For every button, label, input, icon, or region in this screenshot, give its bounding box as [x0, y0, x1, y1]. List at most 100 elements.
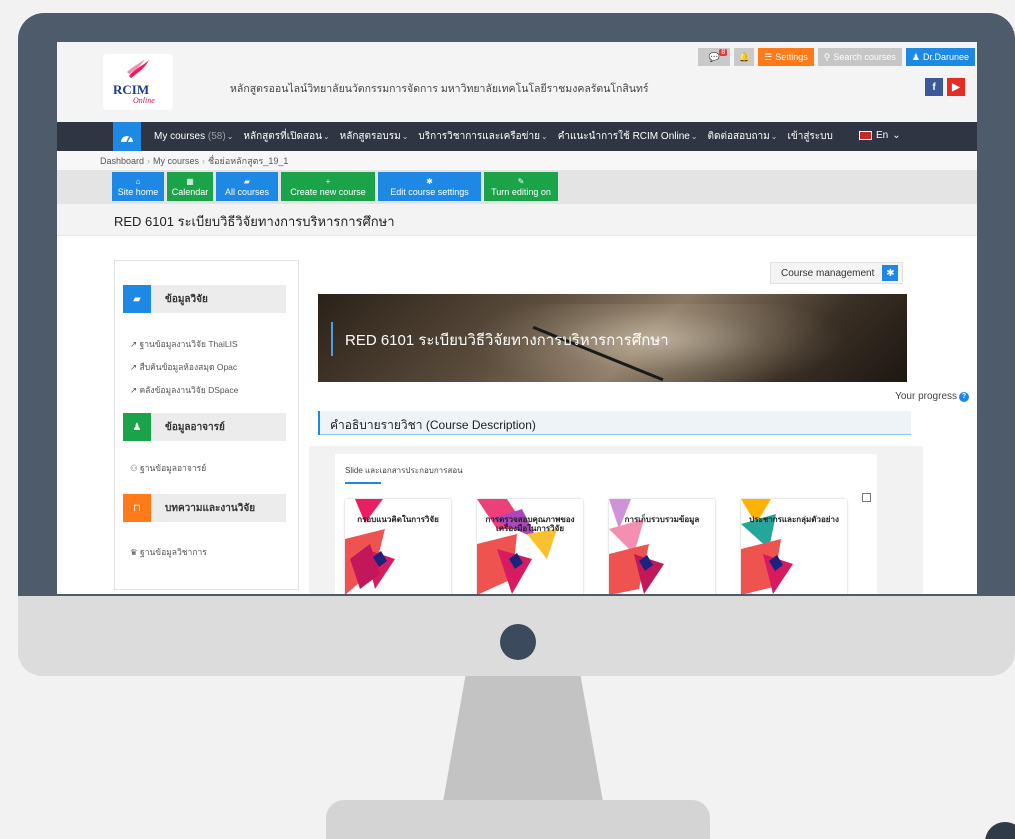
sidebar-link-label: ฐานข้อมูลวิชาการ [140, 547, 207, 557]
site-home-button[interactable]: ⌂ Site home [112, 172, 164, 201]
sidebar-link-label: คลังข้อมูลงานวิจัย DSpace [139, 385, 239, 395]
thumbnail-title: การเก็บรวบรวมข้อมูล [624, 515, 700, 524]
settings-label: Settings [775, 52, 808, 62]
thumbnail-card[interactable]: ประชากรและกลุ่มตัวอย่าง [741, 499, 847, 594]
sidebar-link-dspace[interactable]: ↗ คลังข้อมูลงานวิจัย DSpace [130, 383, 238, 397]
nav-item-label: เข้าสู่ระบบ [787, 131, 833, 142]
chevron-down-icon: ⌄ [540, 132, 548, 141]
breadcrumb-dashboard[interactable]: Dashboard [100, 156, 144, 166]
course-banner: RED 6101 ระเบียบวิธีวิจัยทางการบริหารการ… [318, 294, 907, 382]
turn-editing-button[interactable]: ✎ Turn editing on [484, 172, 558, 201]
language-selector[interactable]: En ⌄ [859, 130, 901, 141]
thumbnail-card[interactable]: การตรวจสอบคุณภาพของเครื่องมือในการวิจัย [477, 499, 583, 594]
site-header: RCIM Online หลักสูตรออนไลน์วิทยาลัยนวัตก… [57, 42, 977, 122]
message-count-badge: 8 [719, 49, 728, 56]
thumbnail-card[interactable]: กรอบแนวคิดในการวิจัย [345, 499, 451, 594]
messages-button[interactable]: 💬 8 [698, 48, 731, 66]
chevron-down-icon: ⌄ [226, 132, 234, 141]
create-course-label: Create new course [290, 186, 366, 197]
language-label: En [876, 130, 889, 141]
block-title: บทความและงานวิจัย [165, 502, 256, 514]
course-title-bar: RED 6101 ระเบียบวิธีวิจัยทางการบริหารการ… [57, 204, 977, 236]
corner-badge [985, 822, 1015, 839]
progress-label: Your progress [895, 391, 957, 402]
nav-item-training[interactable]: หลักสูตรอบรม⌄ [340, 129, 409, 144]
breadcrumb-my-courses[interactable]: My courses [153, 156, 199, 166]
external-link-icon: ↗ [130, 362, 138, 372]
your-progress[interactable]: Your progress ? [895, 391, 969, 402]
gear-icon: ✱ [426, 176, 433, 186]
user-menu-button[interactable]: ♟ Dr.Darunee [905, 48, 975, 66]
block-teacher-header: ♟ ข้อมูลอาจารย์ [123, 413, 286, 441]
nav-items: My courses (58)⌄ หลักสูตรที่เปิดสอน⌄ หลั… [154, 122, 833, 151]
youtube-icon[interactable]: ▶ [947, 78, 965, 96]
help-icon[interactable]: ? [959, 391, 969, 402]
person-icon: ⚇ [130, 463, 138, 473]
nav-item-label: ติดต่อสอบถาม [707, 131, 770, 142]
abstract-thumbnail-image [741, 499, 793, 594]
calendar-label: Calendar [171, 186, 209, 197]
top-action-bar: 💬 8 🔔 ☰ Settings ⚲ Search courses ♟ Dr.D… [698, 48, 975, 66]
user-icon: ♟ [123, 413, 151, 441]
external-link-icon: ↗ [130, 385, 138, 395]
browser-screen: RCIM Online หลักสูตรออนไลน์วิทยาลัยนวัตก… [57, 42, 977, 594]
section-header[interactable]: คำอธิบายรายวิชา (Course Description) [318, 411, 911, 435]
facebook-icon[interactable]: f [925, 78, 943, 96]
slide-panel: Slide และเอกสารประกอบการสอน กรอบแนวคิดใน… [309, 446, 923, 594]
sidebar-link-academic[interactable]: ♛ ฐานข้อมูลวิชาการ [130, 545, 207, 559]
nav-item-contact[interactable]: ติดต่อสอบถาม⌄ [708, 129, 778, 144]
logo-swoosh-icon [127, 59, 149, 78]
calendar-button[interactable]: ▦ Calendar [167, 172, 213, 201]
nav-item-my-courses[interactable]: My courses (58)⌄ [154, 131, 233, 142]
sidebar-link-thailis[interactable]: ↗ ฐานข้อมูลงานวิจัย ThaiLIS [130, 337, 238, 351]
course-management-label: Course management [781, 267, 875, 279]
thumbnail-title: ประชากรและกลุ่มตัวอย่าง [749, 515, 839, 524]
nav-item-count: (58) [207, 131, 226, 142]
section-title: คำอธิบายรายวิชา (Course Description) [330, 418, 536, 432]
course-toolbar: ⌂ Site home ▦ Calendar ▰ All courses + C… [57, 170, 977, 204]
notifications-button[interactable]: 🔔 [734, 48, 755, 66]
block-research-header: ▰ ข้อมูลวิจัย [123, 285, 286, 313]
all-courses-button[interactable]: ▰ All courses [216, 172, 278, 201]
breadcrumb-course[interactable]: ชื่อย่อหลักสูตร_19_1 [208, 154, 288, 168]
search-label: Search courses [833, 52, 896, 62]
main-navigation: My courses (58)⌄ หลักสูตรที่เปิดสอน⌄ หลั… [57, 122, 977, 151]
trophy-icon: ♛ [130, 547, 138, 557]
banner-title: RED 6101 ระเบียบวิธีวิจัยทางการบริหารการ… [345, 332, 669, 349]
nav-item-login[interactable]: เข้าสู่ระบบ [787, 129, 832, 144]
nav-item-services[interactable]: บริการวิชาการและเครือข่าย⌄ [418, 129, 547, 144]
breadcrumb: Dashboard › My courses › ชื่อย่อหลักสูตร… [57, 151, 977, 170]
edit-icon: ✎ [517, 176, 525, 186]
sidebar: ▰ ข้อมูลวิจัย ↗ ฐานข้อมูลงานวิจัย ThaiLI… [114, 260, 299, 590]
external-link-icon: ↗ [130, 339, 138, 349]
thumbnail-card[interactable]: การเก็บรวบรวมข้อมูล [609, 499, 715, 594]
social-links: f ▶ [925, 78, 965, 96]
create-course-button[interactable]: + Create new course [281, 172, 375, 201]
monitor-stand-base [326, 800, 710, 839]
site-logo[interactable]: RCIM Online [103, 54, 173, 110]
edit-settings-button[interactable]: ✱ Edit course settings [378, 172, 481, 201]
nav-item-open-courses[interactable]: หลักสูตรที่เปิดสอน⌄ [243, 129, 329, 144]
plus-icon: + [325, 176, 331, 186]
chevron-down-icon: ⌄ [892, 130, 901, 141]
search-courses-button[interactable]: ⚲ Search courses [817, 48, 902, 66]
bell-icon: 🔔 [738, 51, 750, 62]
dashboard-home-button[interactable] [113, 122, 141, 151]
sliders-icon: ☰ [764, 51, 773, 62]
completion-checkbox[interactable] [862, 493, 871, 502]
abstract-thumbnail-image [609, 499, 664, 594]
course-management-button[interactable]: Course management ✱ [770, 262, 904, 284]
main-content: ▰ ข้อมูลวิจัย ↗ ฐานข้อมูลงานวิจัย ThaiLI… [57, 236, 977, 594]
all-courses-label: All courses [224, 186, 269, 197]
nav-item-guide[interactable]: คำแนะนำการใช้ RCIM Online⌄ [558, 129, 698, 144]
settings-button[interactable]: ☰ Settings [758, 48, 814, 66]
home-icon: ⌂ [135, 176, 141, 186]
uk-flag-icon [859, 131, 872, 140]
sidebar-link-teachers[interactable]: ⚇ ฐานข้อมูลอาจารย์ [130, 461, 206, 475]
slide-label: Slide และเอกสารประกอบการสอน [345, 466, 463, 475]
bookmark-icon: ⊓ [123, 494, 151, 522]
sidebar-link-opac[interactable]: ↗ สืบค้นข้อมูลห้องสมุด Opac [130, 360, 237, 374]
nav-item-label: My courses [154, 131, 206, 142]
banner-accent [331, 322, 333, 356]
logo-subtext: Online [133, 96, 155, 105]
